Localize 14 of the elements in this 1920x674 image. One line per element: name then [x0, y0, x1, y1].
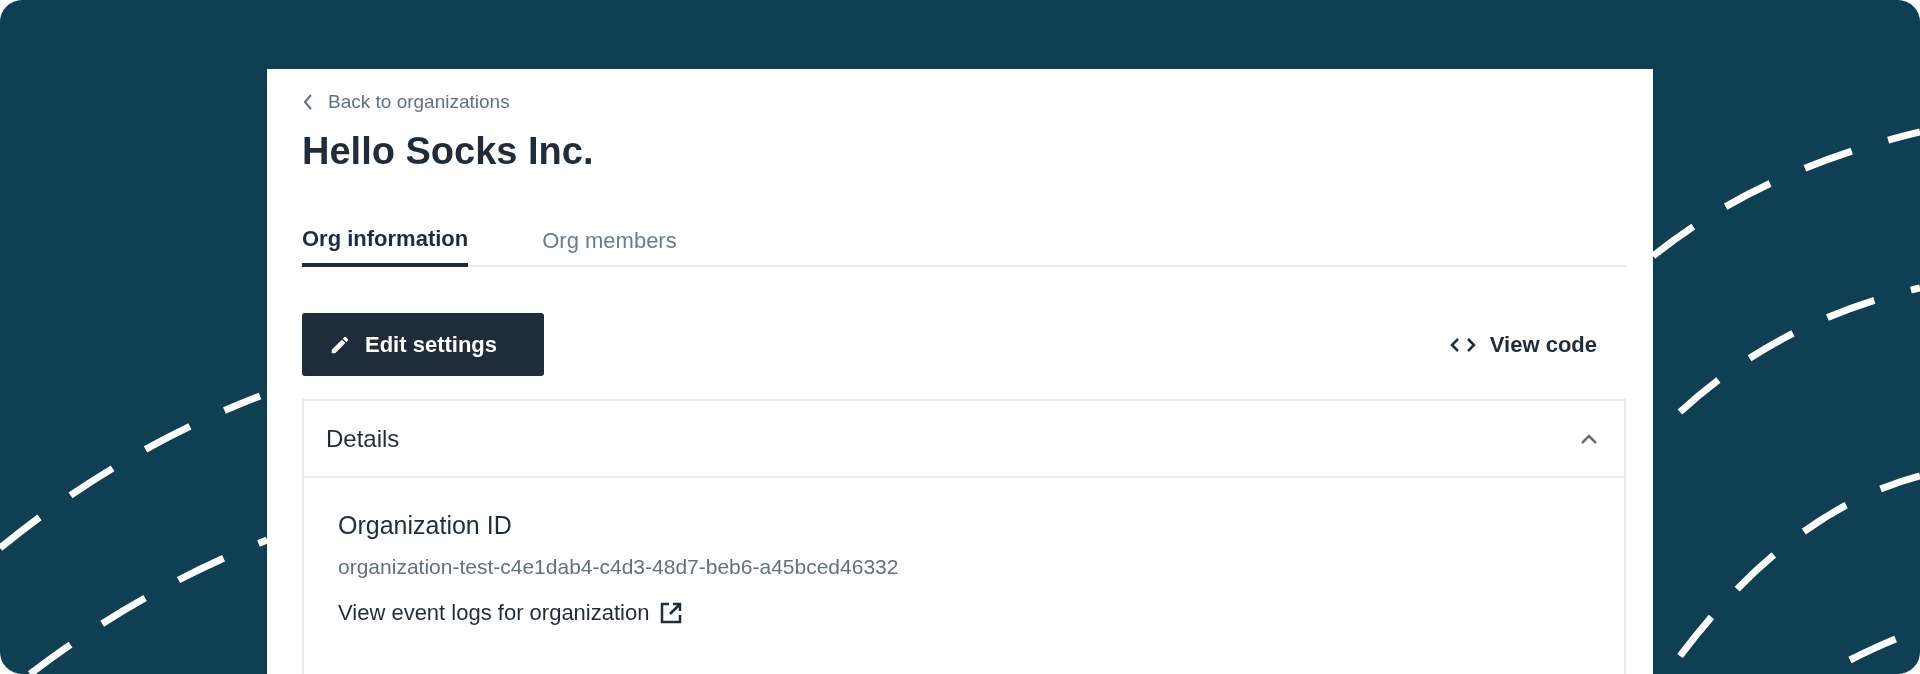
- view-code-button[interactable]: View code: [1449, 328, 1597, 361]
- section-heading: Details: [326, 423, 400, 454]
- edit-settings-button[interactable]: Edit settings: [302, 313, 544, 376]
- field-value: organization-test-c4e1dab4-c4d3-48d7-beb6-a45bced46332: [338, 554, 900, 580]
- back-link[interactable]: Back to organizations: [302, 87, 510, 117]
- tab[interactable]: Org information: [302, 213, 469, 267]
- details-header[interactable]: Details: [304, 401, 1624, 478]
- chevron-left-icon: [302, 93, 314, 111]
- code-icon: [1449, 336, 1476, 353]
- page-title: Hello Socks Inc.: [302, 129, 595, 174]
- event-logs-link[interactable]: View event logs for organization: [338, 596, 684, 629]
- tab[interactable]: Org members: [542, 213, 677, 267]
- field-label: Organization ID: [338, 510, 513, 541]
- external-link-icon: [659, 600, 684, 625]
